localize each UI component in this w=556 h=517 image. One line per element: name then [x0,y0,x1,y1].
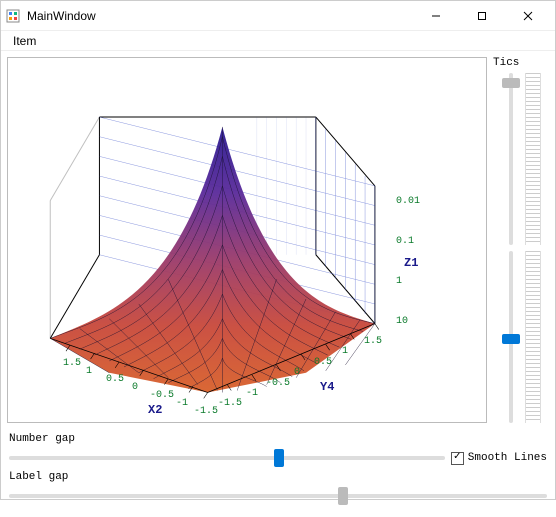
x-tick: -1 [176,398,188,409]
x-tick: 0.5 [106,374,124,385]
tics-ruler-2 [525,251,541,423]
smooth-lines-checkbox[interactable]: ✓ Smooth Lines [451,452,547,465]
maximize-button[interactable] [459,1,505,31]
content-area: X2 Y4 Z1 1.5 1 0.5 0 -0.5 -1 -1.5 -1.5 -… [1,51,555,429]
y-tick: 1.5 [364,336,382,347]
side-panel: Tics [493,57,549,423]
x-tick: 1 [86,366,92,377]
number-gap-label: Number gap [9,433,79,445]
smooth-lines-label: Smooth Lines [468,452,547,464]
number-gap-slider[interactable] [9,449,445,467]
close-icon [523,11,533,21]
z-axis-label: Z1 [404,256,418,270]
plot-frame[interactable]: X2 Y4 Z1 1.5 1 0.5 0 -0.5 -1 -1.5 -1.5 -… [7,57,487,423]
menubar: Item [1,31,555,51]
x-tick: -0.5 [150,390,174,401]
x-tick: 0 [132,382,138,393]
z-tick: 0.01 [396,196,420,207]
x-tick: -1.5 [194,406,218,417]
y-tick: -1.5 [218,398,242,409]
bottom-panel: Number gap ✓ Smooth Lines Label gap [1,429,555,517]
tics-label: Tics [493,57,549,69]
window-title: MainWindow [27,9,96,23]
label-gap-slider[interactable] [9,487,547,505]
x-axis-label: X2 [148,403,162,417]
tics-slider-2[interactable] [501,251,521,423]
label-gap-label: Label gap [9,471,79,483]
menu-item[interactable]: Item [7,32,42,50]
tics-slider-1[interactable] [501,73,521,245]
minimize-icon [431,11,441,21]
z-tick: 1 [396,276,402,287]
minimize-button[interactable] [413,1,459,31]
checkbox-icon: ✓ [451,452,464,465]
maximize-icon [477,11,487,21]
y-axis-label: Y4 [320,380,334,394]
y-tick: 1 [342,346,348,357]
x-tick: 1.5 [63,358,81,369]
tics-ruler-1 [525,73,541,245]
window-titlebar: MainWindow [1,1,555,31]
z-tick: 0.1 [396,236,414,247]
y-tick: 0 [294,367,300,378]
z-tick: 10 [396,316,408,327]
y-tick: -0.5 [266,378,290,389]
close-button[interactable] [505,1,551,31]
app-icon [5,8,21,24]
y-tick: -1 [246,388,258,399]
y-tick: 0.5 [314,357,332,368]
